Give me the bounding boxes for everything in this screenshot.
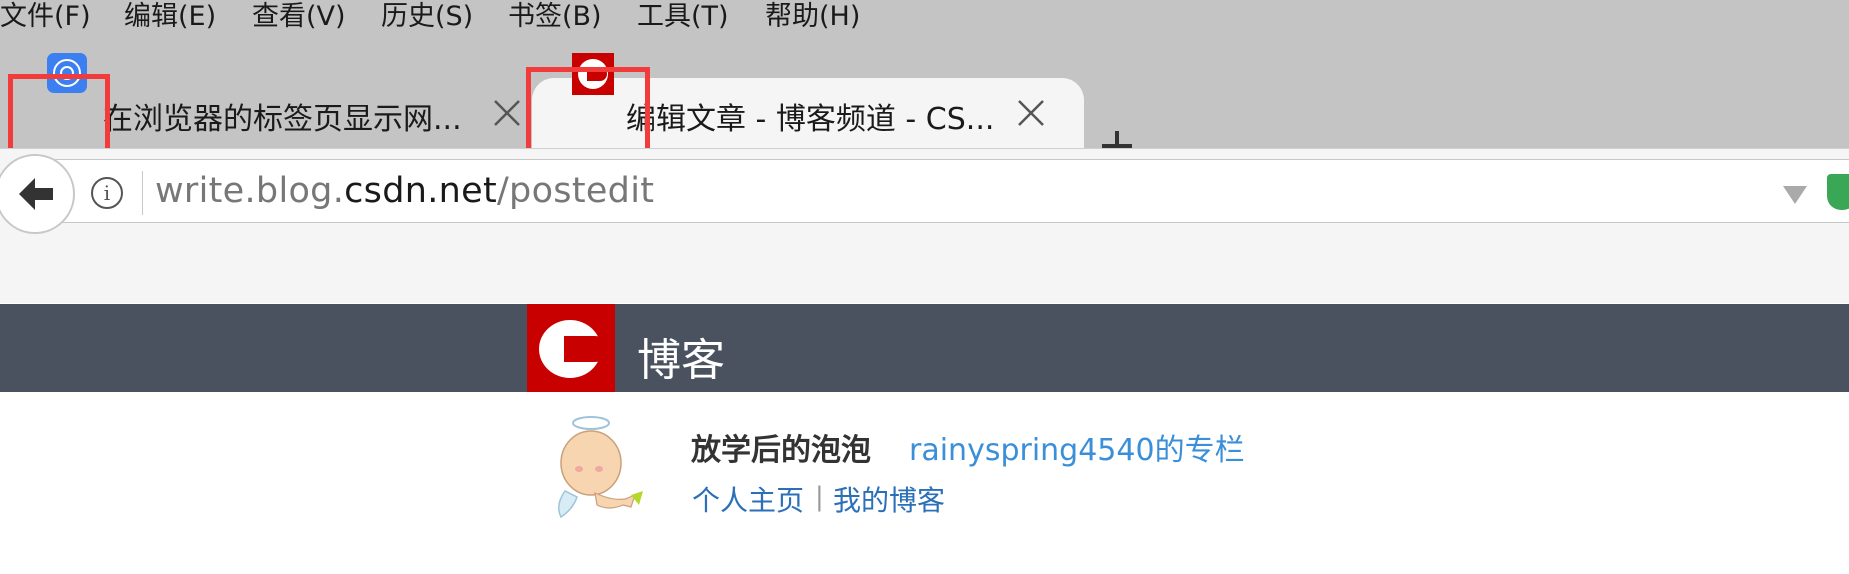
navigation-toolbar: i write.blog.csdn.net/postedit	[0, 148, 1849, 303]
favicon-highlight-box	[526, 67, 650, 156]
tab-strip: 在浏览器的标签页显示网... 编辑文章 - 博客频道 - CS...	[0, 40, 1849, 161]
url-prefix: write.blog.	[155, 171, 345, 211]
site-name[interactable]: 博客	[637, 324, 725, 388]
menu-bookmarks[interactable]: 书签(B)	[508, 0, 602, 33]
url-separator	[142, 171, 143, 215]
back-button[interactable]	[0, 154, 75, 234]
back-arrow-icon	[19, 178, 53, 210]
csdn-logo[interactable]	[527, 304, 615, 392]
site-header: 博客	[0, 304, 1849, 392]
menu-tools[interactable]: 工具(T)	[637, 0, 729, 33]
close-icon[interactable]	[1014, 96, 1048, 130]
url-path: /postedit	[496, 171, 655, 211]
tab-title: 在浏览器的标签页显示网...	[103, 102, 462, 137]
menu-history[interactable]: 历史(S)	[381, 0, 473, 33]
menu-file[interactable]: 文件(F)	[0, 0, 91, 33]
url-host: csdn.net	[344, 171, 497, 211]
menu-view[interactable]: 查看(V)	[252, 0, 346, 33]
link-separator: |	[815, 482, 824, 512]
menu-bar: 文件(F) 编辑(E) 查看(V) 历史(S) 书签(B) 工具(T) 帮助(H…	[0, 0, 1849, 40]
my-blog-link[interactable]: 我的博客	[833, 479, 945, 519]
menu-edit[interactable]: 编辑(E)	[124, 0, 216, 33]
profile-name: 放学后的泡泡	[691, 433, 871, 468]
tab-title: 编辑文章 - 博客频道 - CS...	[626, 102, 995, 137]
url-text[interactable]: write.blog.csdn.net/postedit	[155, 171, 654, 211]
shield-icon[interactable]	[1827, 174, 1849, 210]
avatar[interactable]	[551, 413, 647, 525]
menu-help[interactable]: 帮助(H)	[765, 0, 860, 33]
info-icon[interactable]: i	[91, 177, 123, 209]
home-link[interactable]: 个人主页	[692, 479, 804, 519]
close-icon[interactable]	[490, 96, 524, 130]
dropdown-arrow-icon[interactable]	[1783, 186, 1807, 204]
column-link[interactable]: rainyspring4540的专栏	[909, 425, 1245, 469]
